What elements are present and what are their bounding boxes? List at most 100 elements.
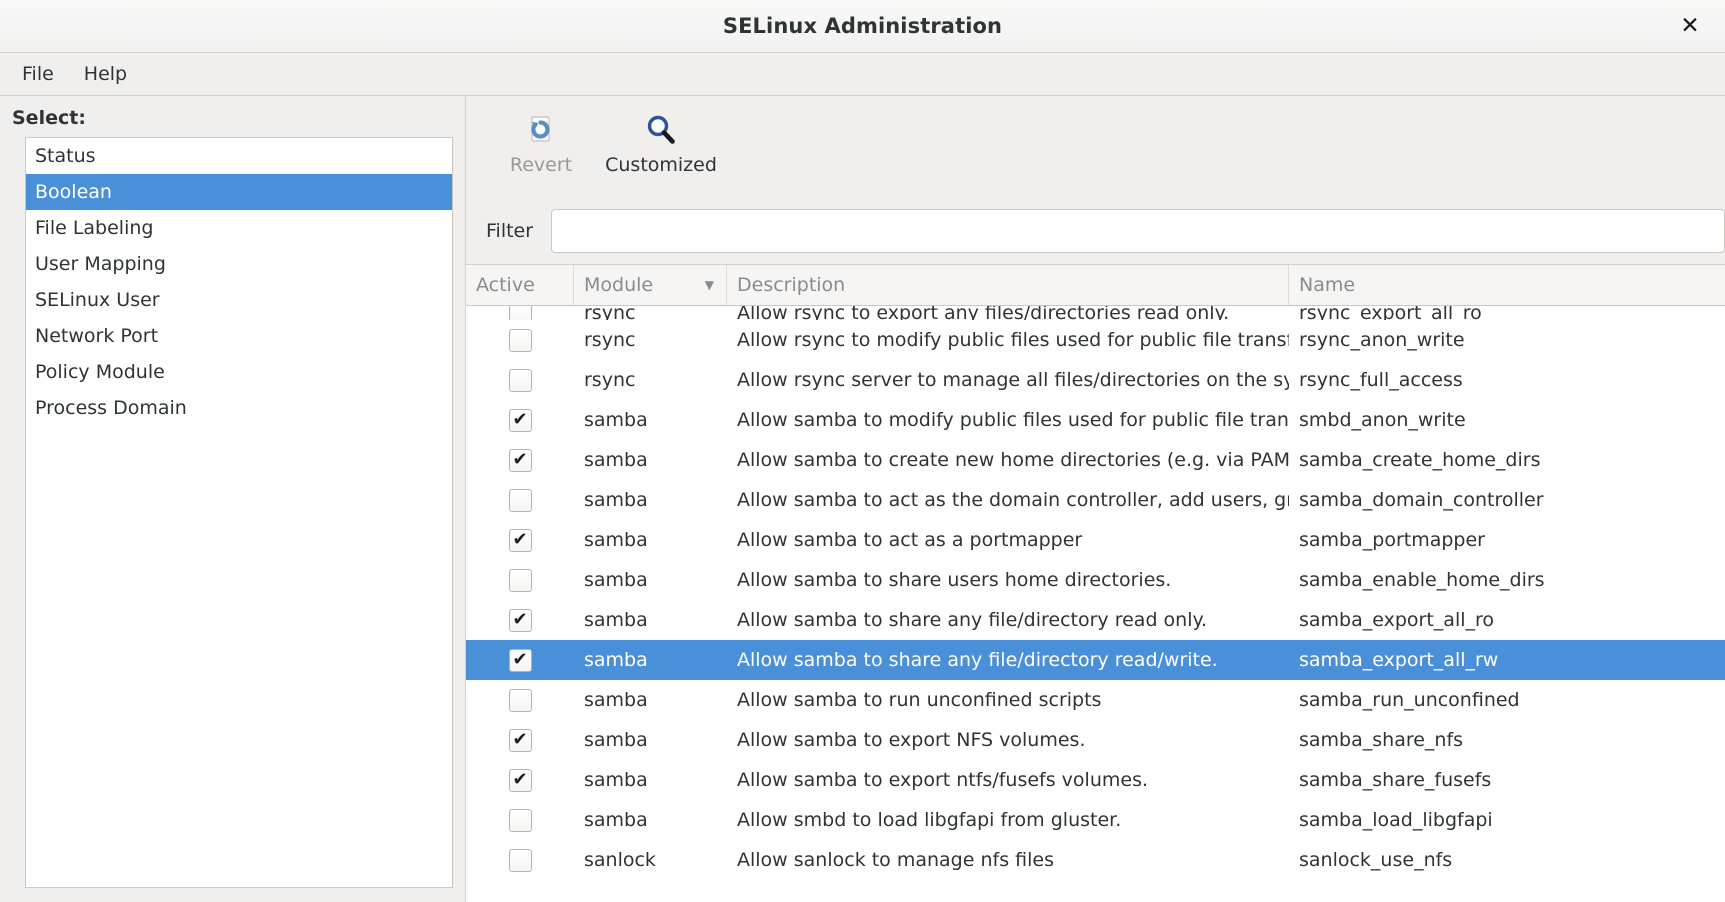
active-checkbox[interactable]: ✔ xyxy=(508,408,532,432)
cell-active: ✔ xyxy=(466,440,574,480)
table-row[interactable]: ✔ rsync Allow rsync server to manage all f… xyxy=(466,360,1725,400)
cell-name: rsync_full_access xyxy=(1299,369,1463,391)
close-icon[interactable]: ✕ xyxy=(1673,9,1707,43)
cell-description: Allow samba to export NFS volumes. xyxy=(737,729,1086,751)
active-checkbox[interactable]: ✔ xyxy=(508,768,532,792)
column-header-module[interactable]: Module ▼ xyxy=(574,265,727,305)
sidebar-item-status[interactable]: Status xyxy=(26,138,452,174)
sidebar-list: Status Boolean File Labeling User Mappin… xyxy=(25,137,453,888)
cell-module: samba xyxy=(584,409,648,431)
check-icon: ✔ xyxy=(512,608,528,630)
table-body[interactable]: ✔ rsync Allow rsync to export any files/di… xyxy=(466,306,1725,902)
cell-active: ✔ xyxy=(466,760,574,800)
sidebar-item-selinux-user[interactable]: SELinux User xyxy=(26,282,452,318)
active-checkbox[interactable]: ✔ xyxy=(508,688,532,712)
cell-description: Allow rsync server to manage all files/d… xyxy=(737,369,1289,391)
cell-description: Allow samba to export ntfs/fusefs volume… xyxy=(737,769,1149,791)
active-checkbox[interactable]: ✔ xyxy=(508,728,532,752)
sidebar-item-network-port[interactable]: Network Port xyxy=(26,318,452,354)
cell-active: ✔ xyxy=(466,306,574,320)
cell-active: ✔ xyxy=(466,800,574,840)
table-header-row: Active Module ▼ Description Name xyxy=(466,265,1725,306)
cell-module: samba xyxy=(584,489,648,511)
column-header-description[interactable]: Description xyxy=(727,265,1289,305)
sidebar-item-policy-module[interactable]: Policy Module xyxy=(26,354,452,390)
boolean-table: Active Module ▼ Description Name ✔rsyncA… xyxy=(466,264,1725,902)
cell-name: rsync_anon_write xyxy=(1299,329,1465,351)
active-checkbox[interactable]: ✔ xyxy=(508,368,532,392)
sidebar-item-user-mapping[interactable]: User Mapping xyxy=(26,246,452,282)
cell-name: samba_create_home_dirs xyxy=(1299,449,1541,471)
revert-button[interactable]: Revert xyxy=(486,106,596,182)
sidebar-item-label: Status xyxy=(35,145,96,167)
cell-description: Allow samba to share any file/directory … xyxy=(737,649,1218,671)
customized-button-label: Customized xyxy=(605,154,717,176)
table-row[interactable]: ✔ samba Allow samba to act as a portmapper… xyxy=(466,520,1725,560)
cell-name: samba_run_unconfined xyxy=(1299,689,1520,711)
table-row[interactable]: ✔ samba Allow samba to share any file/dire… xyxy=(466,640,1725,680)
cell-module: samba xyxy=(584,449,648,471)
table-row[interactable]: ✔ samba Allow samba to run unconfined scri… xyxy=(466,680,1725,720)
cell-module: rsync xyxy=(584,329,636,351)
table-row[interactable]: ✔ samba Allow samba to share any file/dire… xyxy=(466,600,1725,640)
table-row[interactable]: ✔ rsync Allow rsync to modify public files… xyxy=(466,320,1725,360)
content-pane: Revert Customized Filter Active Module ▼… xyxy=(465,96,1725,902)
filter-input[interactable] xyxy=(551,209,1725,253)
table-row[interactable]: ✔ samba Allow samba to modify public files… xyxy=(466,400,1725,440)
table-row[interactable]: ✔ samba Allow samba to export NFS volumes.… xyxy=(466,720,1725,760)
cell-name: samba_export_all_rw xyxy=(1299,649,1499,671)
cell-module: samba xyxy=(584,529,648,551)
active-checkbox[interactable]: ✔ xyxy=(508,528,532,552)
active-checkbox[interactable]: ✔ xyxy=(508,306,532,320)
revert-button-label: Revert xyxy=(509,154,573,176)
column-header-name[interactable]: Name xyxy=(1289,265,1725,305)
active-checkbox[interactable]: ✔ xyxy=(508,328,532,352)
revert-icon xyxy=(524,113,558,147)
menu-item-help[interactable]: Help xyxy=(72,59,139,89)
table-row[interactable]: ✔ samba Allow smbd to load libgfapi from g… xyxy=(466,800,1725,840)
cell-name: smbd_anon_write xyxy=(1299,409,1466,431)
cell-module: rsync xyxy=(584,369,636,391)
cell-module: samba xyxy=(584,609,648,631)
table-row[interactable]: ✔ rsync Allow rsync to export any files/di… xyxy=(466,306,1725,320)
active-checkbox[interactable]: ✔ xyxy=(508,488,532,512)
sidebar-item-label: File Labeling xyxy=(35,217,154,239)
menu-item-file[interactable]: File xyxy=(10,59,66,89)
active-checkbox[interactable]: ✔ xyxy=(508,448,532,472)
filter-row: Filter xyxy=(466,198,1725,264)
sidebar-item-file-labeling[interactable]: File Labeling xyxy=(26,210,452,246)
cell-module: samba xyxy=(584,569,648,591)
table-row[interactable]: ✔ samba Allow samba to export ntfs/fusefs … xyxy=(466,760,1725,800)
cell-description: Allow samba to act as the domain control… xyxy=(737,489,1289,511)
cell-description: Allow samba to share any file/directory … xyxy=(737,609,1208,631)
sidebar-item-boolean[interactable]: Boolean xyxy=(26,174,452,210)
cell-description: Allow smbd to load libgfapi from gluster… xyxy=(737,809,1122,831)
cell-name: sanlock_use_nfs xyxy=(1299,849,1453,871)
table-row[interactable]: ✔ samba Allow samba to share users home di… xyxy=(466,560,1725,600)
cell-name: samba_share_fusefs xyxy=(1299,769,1492,791)
cell-active: ✔ xyxy=(466,360,574,400)
sidebar-item-label: Boolean xyxy=(35,181,112,203)
table-row[interactable]: ✔ samba Allow samba to act as the domain c… xyxy=(466,480,1725,520)
active-checkbox[interactable]: ✔ xyxy=(508,568,532,592)
main-split: Select: Status Boolean File Labeling Use… xyxy=(0,96,1725,902)
sort-descending-icon: ▼ xyxy=(704,278,714,292)
active-checkbox[interactable]: ✔ xyxy=(508,608,532,632)
cell-description: Allow rsync to modify public files used … xyxy=(737,329,1289,351)
sidebar-item-process-domain[interactable]: Process Domain xyxy=(26,390,452,426)
customized-button[interactable]: Customized xyxy=(605,106,717,182)
active-checkbox[interactable]: ✔ xyxy=(508,808,532,832)
active-checkbox[interactable]: ✔ xyxy=(508,648,532,672)
table-row[interactable]: ✔ sanlock Allow sanlock to manage nfs file… xyxy=(466,840,1725,880)
column-header-active[interactable]: Active xyxy=(466,265,574,305)
table-row[interactable]: ✔ samba Allow samba to create new home dir… xyxy=(466,440,1725,480)
active-checkbox[interactable]: ✔ xyxy=(508,848,532,872)
cell-module: samba xyxy=(584,689,648,711)
sidebar-item-label: SELinux User xyxy=(35,289,160,311)
cell-active: ✔ xyxy=(466,400,574,440)
sidebar-item-label: Policy Module xyxy=(35,361,165,383)
column-header-label: Name xyxy=(1299,274,1356,296)
cell-module: samba xyxy=(584,729,648,751)
sidebar-item-label: User Mapping xyxy=(35,253,166,275)
cell-module: samba xyxy=(584,769,648,791)
